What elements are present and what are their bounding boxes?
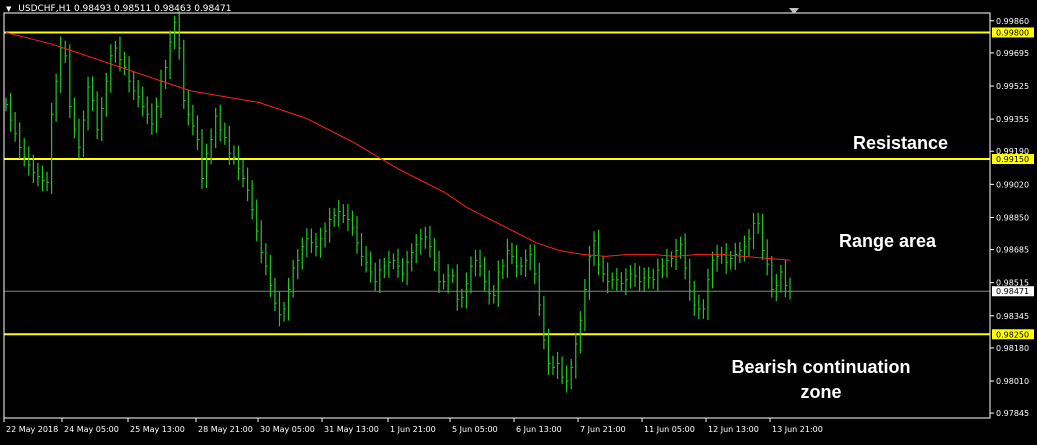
level-price-label: 0.98250 xyxy=(996,330,1029,339)
x-tick-label: 1 Jun 21:00 xyxy=(390,425,436,434)
range-area-label: Range area xyxy=(839,231,937,251)
ohlc-values: 0.98493 0.98511 0.98463 0.98471 xyxy=(73,4,232,14)
bearish-zone-label: Bearish continuation zone xyxy=(712,355,930,405)
x-tick-label: 30 May 05:00 xyxy=(260,425,315,434)
x-tick-label: 6 Jun 13:00 xyxy=(516,425,562,434)
x-tick-label: 5 Jun 05:00 xyxy=(452,425,498,434)
x-tick-label: 24 May 05:00 xyxy=(64,425,119,434)
resistance-label: Resistance xyxy=(853,133,949,153)
bearish-zone-line2: zone xyxy=(800,382,842,402)
y-tick-label: 0.98345 xyxy=(996,312,1029,321)
x-tick-label: 13 Jun 21:00 xyxy=(772,425,823,434)
symbol-header: ▼ USDCHF,H1 0.98493 0.98511 0.98463 0.98… xyxy=(6,4,231,14)
x-tick-label: 12 Jun 13:00 xyxy=(708,425,759,434)
x-tick-label: 25 May 13:00 xyxy=(130,425,185,434)
x-tick-label: 31 May 13:00 xyxy=(324,425,379,434)
x-tick-label: 7 Jun 21:00 xyxy=(580,425,626,434)
y-tick-label: 0.98850 xyxy=(996,213,1029,222)
x-tick-label: 11 Jun 05:00 xyxy=(644,425,695,434)
symbol-label: USDCHF,H1 xyxy=(18,4,72,14)
y-tick-label: 0.99695 xyxy=(996,49,1029,58)
current-price-label: 0.98471 xyxy=(996,287,1029,296)
bearish-zone-line1: Bearish continuation xyxy=(731,357,911,377)
y-tick-label: 0.97845 xyxy=(996,409,1029,418)
dropdown-triangle-icon[interactable]: ▼ xyxy=(6,5,11,13)
y-tick-label: 0.98010 xyxy=(996,377,1029,386)
y-tick-label: 0.98685 xyxy=(996,246,1029,255)
y-tick-label: 0.99355 xyxy=(996,115,1029,124)
y-tick-label: 0.99020 xyxy=(996,180,1029,189)
x-tick-label: 28 May 21:00 xyxy=(198,425,253,434)
y-tick-label: 0.99525 xyxy=(996,82,1029,91)
x-tick-label: 22 May 2018 xyxy=(6,425,58,434)
level-price-label: 0.99150 xyxy=(996,155,1029,164)
y-tick-label: 0.99860 xyxy=(996,17,1029,26)
level-price-label: 0.99800 xyxy=(996,28,1029,37)
y-tick-label: 0.98180 xyxy=(996,344,1029,353)
